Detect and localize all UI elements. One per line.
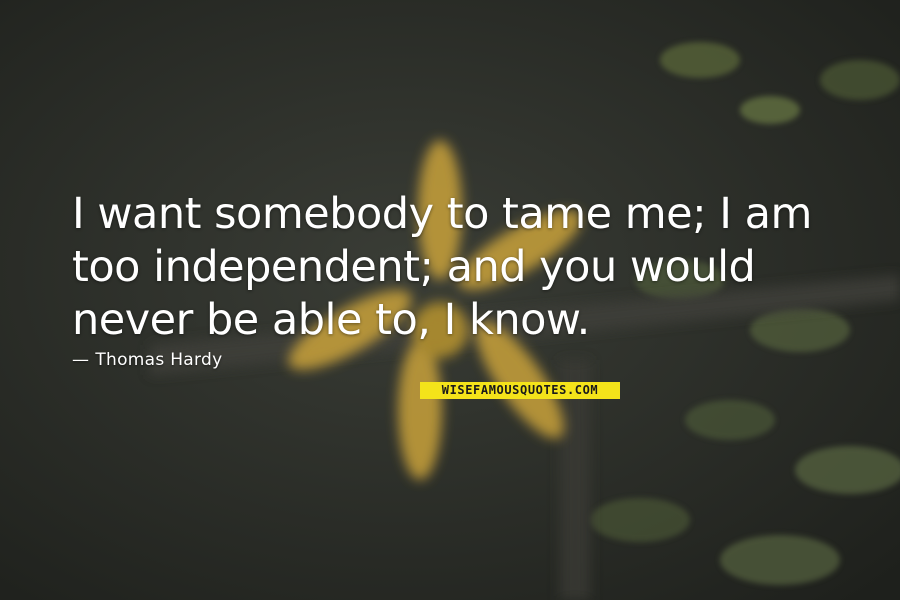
quote-text: I want somebody to tame me; I am too ind… [72, 188, 872, 347]
quote-line: too independent; and you would [72, 242, 756, 292]
author-dash: — [72, 350, 90, 370]
quote-line: never be able to, I know. [72, 295, 590, 345]
quote-line: I want somebody to tame me; I am [72, 189, 812, 239]
site-watermark: WISEFAMOUSQUOTES.COM [420, 382, 620, 399]
quote-author: — Thomas Hardy [72, 350, 222, 370]
author-name: Thomas Hardy [95, 350, 223, 370]
